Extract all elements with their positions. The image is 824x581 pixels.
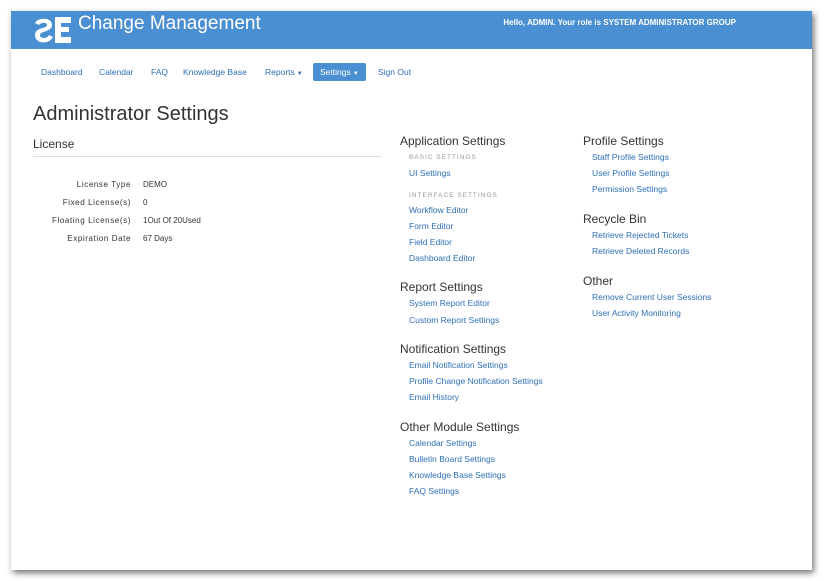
license-row: Expiration Date 67 Days [33, 234, 381, 248]
nav-knowledge-base[interactable]: Knowledge Base [183, 63, 247, 81]
se-logo-icon[interactable] [33, 13, 73, 47]
email-notification-settings-link[interactable]: Email Notification Settings [409, 360, 508, 370]
license-row: Floating License(s) 1Out Of 20Used [33, 216, 381, 230]
user-activity-monitoring-link[interactable]: User Activity Monitoring [592, 308, 681, 318]
interface-settings-label: INTERFACE SETTINGS [409, 192, 498, 199]
nav-dashboard[interactable]: Dashboard [41, 63, 83, 81]
other-heading: Other [583, 274, 614, 288]
fixed-license-value: 0 [143, 198, 148, 207]
dashboard-editor-link[interactable]: Dashboard Editor [409, 253, 475, 263]
system-report-editor-link[interactable]: System Report Editor [409, 298, 490, 308]
nav-faq[interactable]: FAQ [151, 63, 168, 81]
profile-settings-heading: Profile Settings [583, 134, 664, 148]
profile-change-notification-settings-link[interactable]: Profile Change Notification Settings [409, 376, 543, 386]
license-heading: License [33, 137, 75, 151]
permission-settings-link[interactable]: Permission Settings [592, 184, 667, 194]
ui-settings-link[interactable]: UI Settings [409, 168, 451, 178]
recycle-bin-heading: Recycle Bin [583, 212, 647, 226]
report-settings-heading: Report Settings [400, 280, 483, 294]
email-history-link[interactable]: Email History [409, 392, 459, 402]
fixed-license-label: Fixed License(s) [62, 198, 131, 207]
calendar-settings-link[interactable]: Calendar Settings [409, 438, 477, 448]
application-settings-heading: Application Settings [400, 134, 506, 148]
basic-settings-label: BASIC SETTINGS [409, 154, 477, 161]
workflow-editor-link[interactable]: Workflow Editor [409, 205, 468, 215]
floating-license-label: Floating License(s) [52, 216, 131, 225]
app-window: Change Management Hello, ADMIN. Your rol… [11, 11, 812, 570]
nav-reports-label: Reports [265, 67, 295, 77]
field-editor-link[interactable]: Field Editor [409, 237, 452, 247]
other-module-settings-heading: Other Module Settings [400, 420, 520, 434]
caret-down-icon: ▼ [352, 71, 359, 77]
floating-license-value: 1Out Of 20Used [143, 216, 201, 225]
staff-profile-settings-link[interactable]: Staff Profile Settings [592, 152, 669, 162]
user-greeting: Hello, ADMIN. Your role is SYSTEM ADMINI… [503, 18, 736, 27]
retrieve-deleted-records-link[interactable]: Retrieve Deleted Records [592, 246, 689, 256]
expiration-date-value: 67 Days [143, 234, 173, 243]
license-type-label: License Type [76, 180, 131, 189]
user-profile-settings-link[interactable]: User Profile Settings [592, 168, 669, 178]
nav-settings[interactable]: Settings ▼ [313, 63, 366, 81]
nav-reports[interactable]: Reports ▼ [265, 63, 303, 81]
caret-down-icon: ▼ [296, 71, 303, 77]
license-row: Fixed License(s) 0 [33, 198, 381, 212]
nav-settings-label: Settings [320, 67, 351, 77]
faq-settings-link[interactable]: FAQ Settings [409, 486, 459, 496]
nav-calendar[interactable]: Calendar [99, 63, 134, 81]
bulletin-board-settings-link[interactable]: Bulletin Board Settings [409, 454, 495, 464]
page-title: Administrator Settings [33, 103, 229, 125]
license-row: License Type DEMO [33, 180, 381, 194]
notification-settings-heading: Notification Settings [400, 342, 507, 356]
form-editor-link[interactable]: Form Editor [409, 221, 453, 231]
app-title: Change Management [78, 13, 261, 34]
knowledge-base-settings-link[interactable]: Knowledge Base Settings [409, 470, 506, 480]
expiration-date-label: Expiration Date [67, 234, 131, 243]
remove-current-user-sessions-link[interactable]: Remove Current User Sessions [592, 292, 712, 302]
license-divider [33, 156, 381, 157]
top-bar: Change Management Hello, ADMIN. Your rol… [11, 11, 812, 49]
nav-sign-out[interactable]: Sign Out [378, 63, 411, 81]
retrieve-rejected-tickets-link[interactable]: Retrieve Rejected Tickets [592, 230, 688, 240]
license-type-value: DEMO [143, 180, 167, 189]
custom-report-settings-link[interactable]: Custom Report Settings [409, 315, 499, 325]
